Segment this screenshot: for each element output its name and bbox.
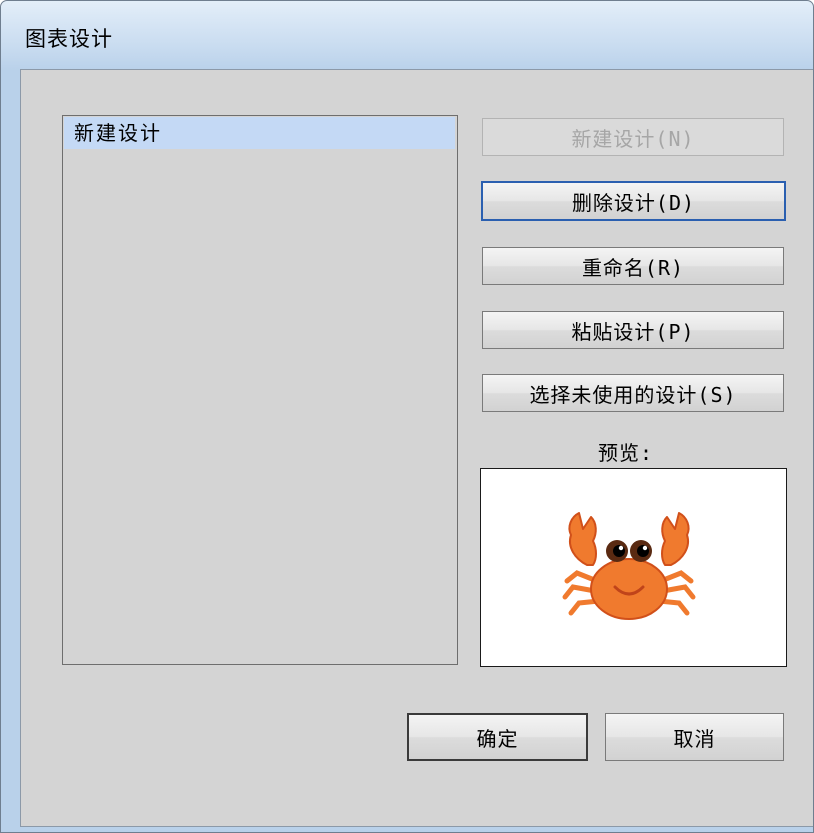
new-design-button[interactable]: 新建设计(N) <box>482 118 784 156</box>
crab-icon <box>562 512 696 620</box>
list-item[interactable]: 新建设计 <box>64 117 455 149</box>
title-bar[interactable]: 图表设计 <box>1 1 813 63</box>
rename-button[interactable]: 重命名(R) <box>482 247 784 285</box>
select-unused-design-button[interactable]: 选择未使用的设计(S) <box>482 374 784 412</box>
delete-design-button[interactable]: 删除设计(D) <box>481 181 786 221</box>
preview-label: 预览: <box>598 441 654 465</box>
preview-box <box>480 468 787 667</box>
paste-design-button[interactable]: 粘贴设计(P) <box>482 311 784 349</box>
dialog-client-area: 新建设计 新建设计(N) 删除设计(D) 重命名(R) 粘贴设计(P) 选择未使… <box>20 69 813 827</box>
design-listbox[interactable]: 新建设计 <box>62 115 458 665</box>
cancel-button[interactable]: 取消 <box>605 713 784 761</box>
chart-design-dialog: 图表设计 新建设计 新建设计(N) 删除设计(D) 重命名(R) 粘贴设计(P)… <box>0 0 814 833</box>
ok-button[interactable]: 确定 <box>407 713 588 761</box>
window-title: 图表设计 <box>25 27 113 51</box>
